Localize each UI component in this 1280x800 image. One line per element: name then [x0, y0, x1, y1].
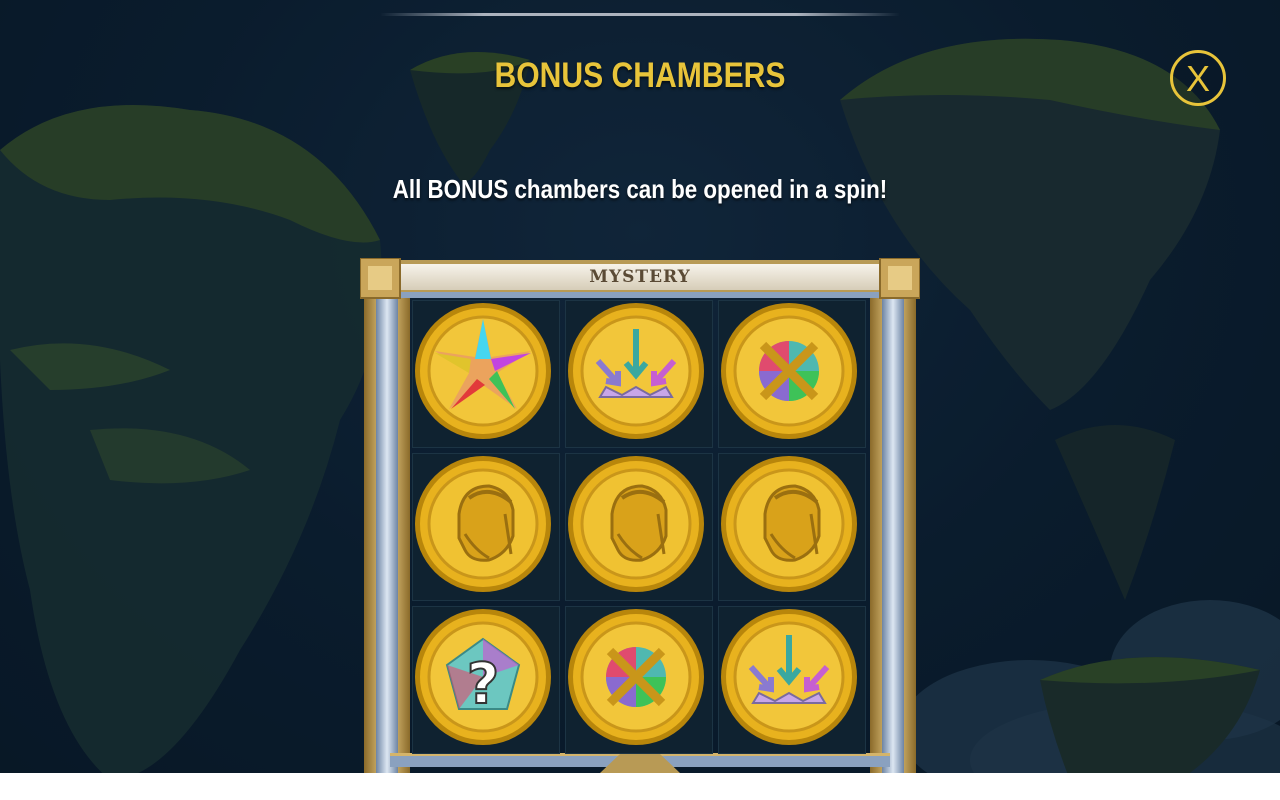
crossed-swords-gem-icon — [721, 303, 857, 439]
bearded-warrior-icon — [721, 456, 857, 592]
chamber-cell — [565, 300, 713, 448]
chamber-cell — [718, 300, 866, 448]
chamber-cell — [412, 300, 560, 448]
close-icon: X — [1185, 58, 1210, 99]
chamber-cell — [412, 453, 560, 601]
chamber-cell — [565, 453, 713, 601]
bearded-warrior-icon — [568, 456, 704, 592]
arrow-crown-icon — [721, 609, 857, 745]
chamber-grid: ? — [412, 300, 870, 760]
chamber-cell — [565, 606, 713, 754]
mystery-panel: MYSTERY ? — [360, 258, 920, 773]
chamber-cell: ? — [412, 606, 560, 754]
svg-text:?: ? — [467, 652, 499, 717]
header-divider — [380, 13, 900, 16]
close-button[interactable]: X — [1170, 50, 1226, 106]
chamber-cell — [718, 606, 866, 754]
page-subtitle: All BONUS chambers can be opened in a sp… — [392, 174, 888, 204]
mystery-banner: MYSTERY — [589, 267, 691, 287]
arrow-crown-icon — [568, 303, 704, 439]
page-title: BONUS CHAMBERS — [494, 56, 786, 95]
crossed-swords-gem-icon — [568, 609, 704, 745]
mystery-question-icon: ? — [415, 609, 551, 745]
chamber-cell — [718, 453, 866, 601]
star-gem-icon — [415, 303, 551, 439]
bearded-warrior-icon — [415, 456, 551, 592]
